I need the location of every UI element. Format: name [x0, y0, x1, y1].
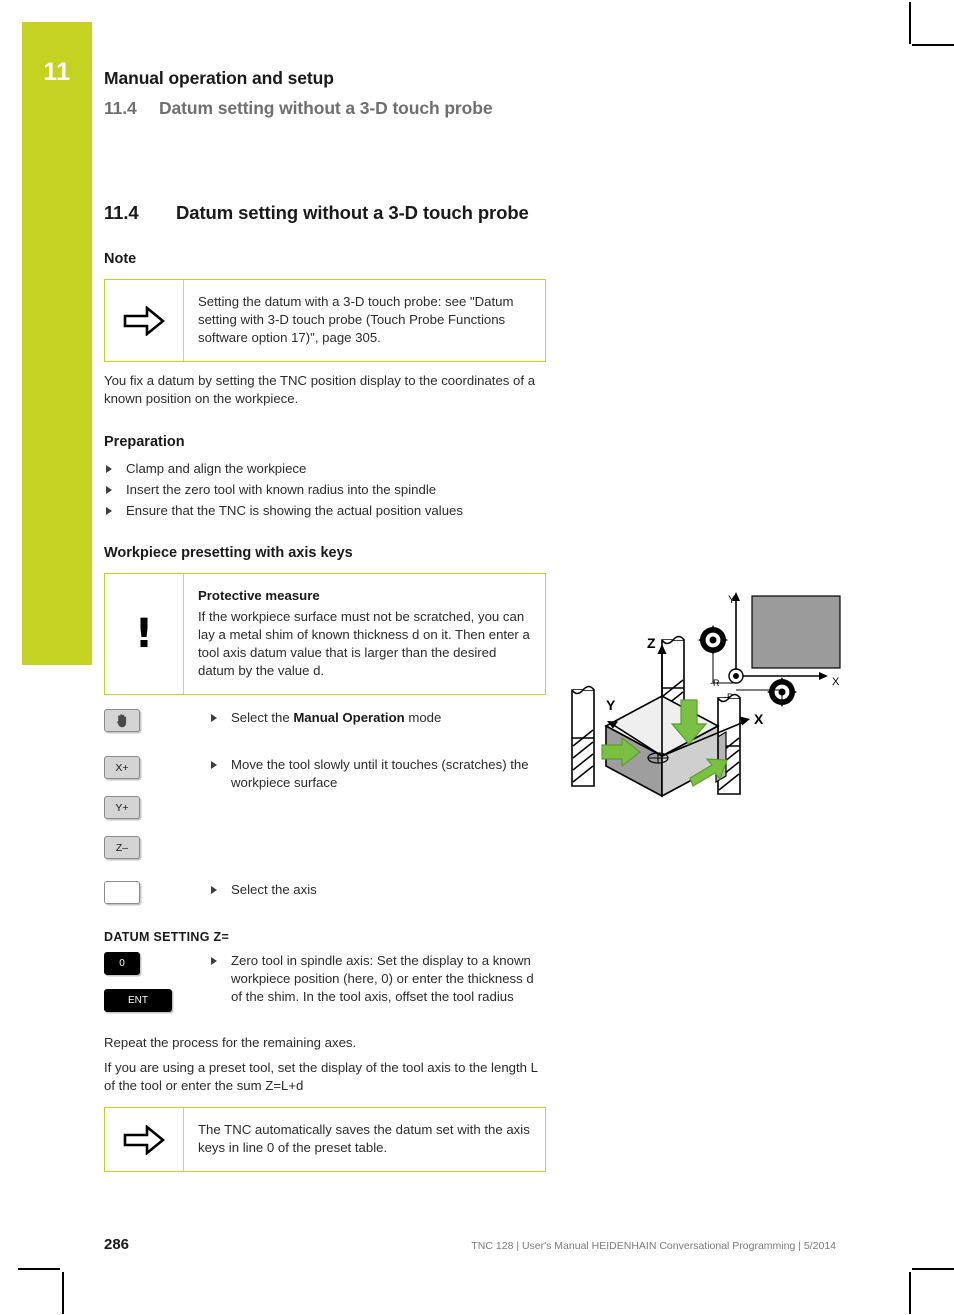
note-callout-text: Setting the datum with a 3-D touch probe…	[198, 294, 514, 345]
footer-meta: TNC 128 | User's Manual HEIDENHAIN Conve…	[471, 1240, 836, 1252]
step-instruction: Select the axis	[209, 881, 546, 899]
final-note-text: The TNC automatically saves the datum se…	[198, 1122, 530, 1155]
exclamation-icon: !	[105, 574, 184, 694]
running-header-section-number: 11.4	[104, 98, 137, 118]
step-row: Select the axis	[104, 881, 546, 904]
closing-paragraph-1: Repeat the process for the remaining axe…	[104, 1035, 357, 1050]
key-column	[104, 709, 209, 732]
step-list: Select the Manual Operation mode X+ Y+ Z…	[104, 709, 546, 904]
axis-label-z: Z	[647, 635, 656, 651]
axis-label-x: X	[754, 711, 764, 727]
crop-mark-bottom-left-v	[62, 1272, 64, 1314]
key-column: 0 ENT	[104, 952, 209, 1012]
list-item: Ensure that the TNC is showing the actua…	[104, 500, 546, 521]
step-row: Select the Manual Operation mode	[104, 709, 546, 732]
page-title: 11.4 Datum setting without a 3-D touch p…	[104, 200, 546, 225]
presetting-heading: Workpiece presetting with axis keys	[104, 545, 353, 561]
datum-setting-row: 0 ENT Zero tool in spindle axis: Set the…	[104, 952, 546, 1012]
chapter-number: 11	[43, 58, 71, 86]
datum-setting-instruction: Zero tool in spindle axis: Set the displ…	[209, 952, 546, 1006]
step-text-bold: Manual Operation	[293, 710, 405, 725]
final-note-callout: The TNC automatically saves the datum se…	[104, 1107, 546, 1172]
axis-label-y: Y	[606, 697, 616, 713]
running-header-chapter-title: Manual operation and setup	[104, 68, 334, 88]
zero-key[interactable]: 0	[104, 952, 140, 975]
manual-page: 11 Manual operation and setup 11.4 Datum…	[0, 0, 954, 1315]
closing-paragraph-2: If you are using a preset tool, set the …	[104, 1060, 538, 1093]
key-column	[104, 881, 209, 904]
arrow-right-icon	[105, 1108, 184, 1171]
select-axis-key[interactable]	[104, 881, 140, 904]
step-text-after: mode	[404, 710, 442, 725]
running-header: Manual operation and setup 11.4 Datum se…	[104, 68, 804, 119]
page-title-text: Datum setting without a 3-D touch probe	[176, 202, 529, 223]
axis-key-z-minus[interactable]: Z–	[104, 836, 140, 859]
crop-mark-bottom-right-v	[909, 1272, 911, 1314]
page-title-number: 11.4	[104, 202, 139, 223]
datum-setting-illustration: Y X -R -R Z Y X	[566, 578, 866, 828]
step-row: X+ Y+ Z– Move the tool slowly until it t…	[104, 756, 546, 859]
warning-callout-title: Protective measure	[198, 588, 320, 603]
crop-mark-top-right-v	[909, 2, 911, 44]
page-number: 286	[104, 1236, 130, 1253]
list-item: Clamp and align the workpiece	[104, 458, 546, 479]
main-content: 11.4 Datum setting without a 3-D touch p…	[104, 200, 546, 1172]
list-item: Insert the zero tool with known radius i…	[104, 479, 546, 500]
enter-key[interactable]: ENT	[104, 989, 172, 1012]
inset-axis-label-y: Y	[728, 594, 736, 606]
inset-radius-label-1: -R	[710, 678, 720, 688]
chapter-tab	[22, 22, 92, 665]
warning-callout-body: If the workpiece surface must not be scr…	[198, 609, 530, 678]
crop-mark-top-right-h	[912, 44, 954, 46]
note-callout: Setting the datum with a 3-D touch probe…	[104, 279, 546, 362]
note-heading: Note	[104, 251, 137, 267]
preparation-list: Clamp and align the workpiece Insert the…	[104, 458, 546, 521]
figure-inset-top-view: Y X -R -R	[698, 592, 841, 707]
datum-setting-heading: DATUM SETTING Z=	[104, 930, 230, 944]
step-text-before: Select the	[231, 710, 294, 725]
warning-callout: ! Protective measure If the workpiece su…	[104, 573, 546, 695]
crop-mark-bottom-right-h	[912, 1268, 954, 1270]
warning-callout-text: Protective measure If the workpiece surf…	[184, 574, 545, 694]
intro-paragraph: You fix a datum by setting the TNC posit…	[104, 373, 536, 406]
step-instruction: Select the Manual Operation mode	[209, 709, 546, 727]
crop-mark-bottom-left-h	[18, 1268, 60, 1270]
key-column: X+ Y+ Z–	[104, 756, 209, 859]
running-header-section-title: Datum setting without a 3-D touch probe	[159, 98, 493, 118]
step-instruction: Move the tool slowly until it touches (s…	[209, 756, 546, 792]
preparation-heading: Preparation	[104, 434, 185, 450]
axis-key-x-plus[interactable]: X+	[104, 756, 140, 779]
axis-key-y-plus[interactable]: Y+	[104, 796, 140, 819]
arrow-right-icon	[105, 280, 184, 361]
inset-axis-label-x: X	[832, 676, 840, 688]
manual-operation-key[interactable]	[104, 709, 140, 732]
running-header-section: 11.4 Datum setting without a 3-D touch p…	[104, 98, 804, 119]
